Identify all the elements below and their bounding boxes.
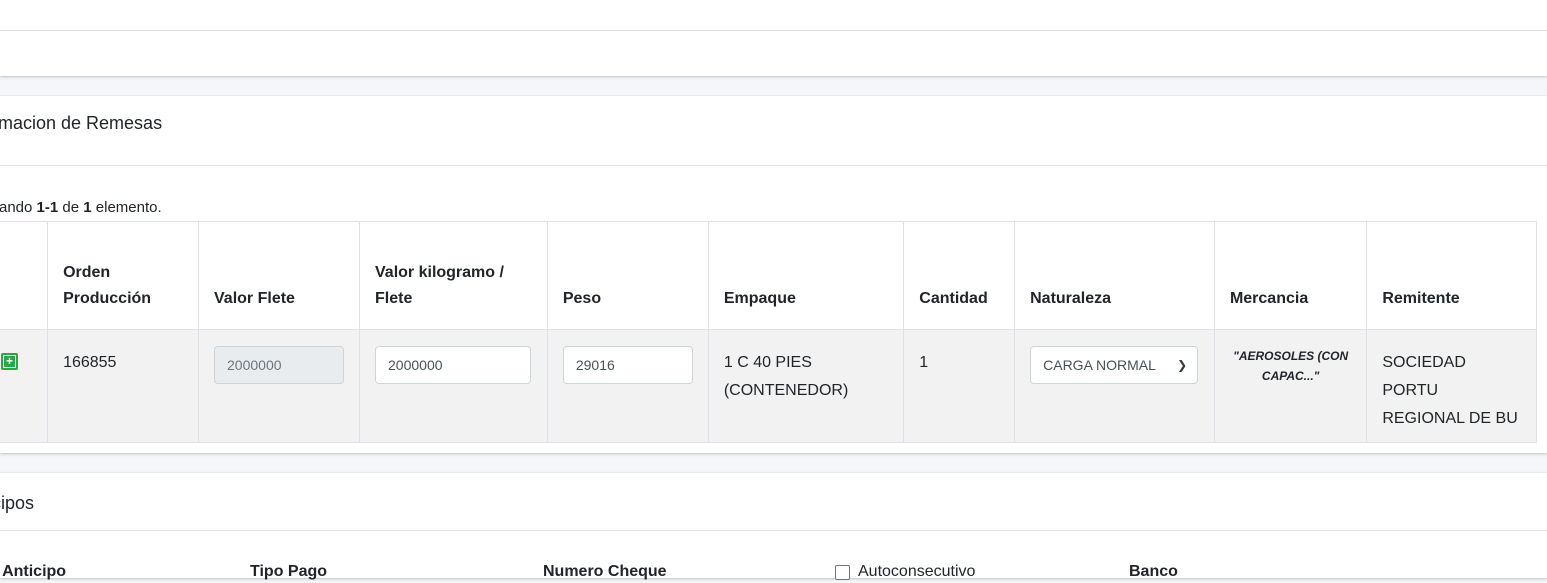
divider: [0, 30, 1547, 31]
valor-kilogramo-flete-input[interactable]: 2000000: [375, 346, 532, 384]
peso-input[interactable]: 29016: [562, 346, 693, 384]
cell-peso: 29016: [546, 329, 709, 443]
col-header-orden-produccion[interactable]: Orden Producción: [47, 221, 200, 330]
table-header-row: Orden Producción Valor Flete Valor kilog…: [0, 221, 1537, 330]
valor-flete-input: 2000000: [214, 346, 345, 384]
summary-prefix: rando: [0, 199, 33, 216]
summary-mid: de: [58, 199, 84, 216]
summary-total: 1: [83, 199, 92, 216]
anticipos-form-labels: r Anticipo Tipo Pago Numero Cheque Autoc…: [0, 563, 1547, 583]
top-card: [0, 0, 1547, 76]
table-row: 166855 2000000 2000000 29016 1 C 40 PIES…: [0, 329, 1537, 443]
col-header-remitente[interactable]: Remitente: [1366, 221, 1537, 330]
col-header-naturaleza[interactable]: Naturaleza: [1014, 221, 1215, 330]
label-banco: Banco: [1129, 563, 1178, 580]
cell-cantidad: 1: [903, 329, 1016, 443]
col-header-expand: [0, 221, 49, 330]
cell-remitente: SOCIEDAD PORTU REGIONAL DE BU: [1366, 329, 1537, 443]
col-header-mercancia[interactable]: Mercancia: [1213, 221, 1368, 330]
expand-cell: [0, 329, 49, 443]
card-header: rmacion de Remesas: [0, 96, 1547, 166]
cell-valor-flete: 2000000: [198, 329, 361, 443]
remesas-title: rmacion de Remesas: [0, 113, 163, 133]
chevron-down-icon: ❯: [1177, 358, 1188, 372]
col-header-peso[interactable]: Peso: [546, 221, 709, 330]
summary-suffix: elemento.: [91, 199, 162, 216]
plus-square-icon[interactable]: [1, 353, 18, 370]
anticipos-card: cipos r Anticipo Tipo Pago Numero Cheque…: [0, 473, 1547, 580]
col-header-valor-flete[interactable]: Valor Flete: [198, 221, 361, 330]
mercancia-text: "AEROSOLES (CON CAPAC...": [1233, 349, 1349, 383]
remesas-card: rmacion de Remesas rando 1-1 de 1 elemen…: [0, 96, 1547, 453]
label-valor-anticipo: r Anticipo: [0, 563, 67, 580]
col-header-cantidad[interactable]: Cantidad: [903, 221, 1016, 330]
col-header-valor-kilogramo-flete[interactable]: Valor kilogramo / Flete: [359, 221, 548, 330]
cell-mercancia: "AEROSOLES (CON CAPAC...": [1213, 329, 1368, 443]
cell-orden-produccion: 166855: [47, 329, 200, 443]
cell-empaque: 1 C 40 PIES (CONTENEDOR): [707, 329, 905, 443]
label-tipo-pago: Tipo Pago: [250, 563, 328, 580]
cell-naturaleza: CARGA NORMAL ❯: [1014, 329, 1215, 443]
card-header: cipos: [0, 473, 1547, 531]
table-summary: rando 1-1 de 1 elemento.: [0, 199, 162, 216]
col-header-empaque[interactable]: Empaque: [707, 221, 905, 330]
cell-valor-kilogramo-flete: 2000000: [359, 329, 548, 443]
naturaleza-selected-value: CARGA NORMAL: [1043, 357, 1156, 373]
anticipos-title: cipos: [0, 493, 35, 513]
remesas-table: Orden Producción Valor Flete Valor kilog…: [0, 221, 1537, 443]
label-numero-cheque: Numero Cheque: [543, 563, 667, 580]
naturaleza-select[interactable]: CARGA NORMAL ❯: [1030, 346, 1199, 384]
summary-range: 1-1: [36, 199, 59, 216]
autoconsecutivo-label: Autoconsecutivo: [858, 563, 976, 580]
autoconsecutivo-option[interactable]: Autoconsecutivo: [835, 563, 975, 581]
